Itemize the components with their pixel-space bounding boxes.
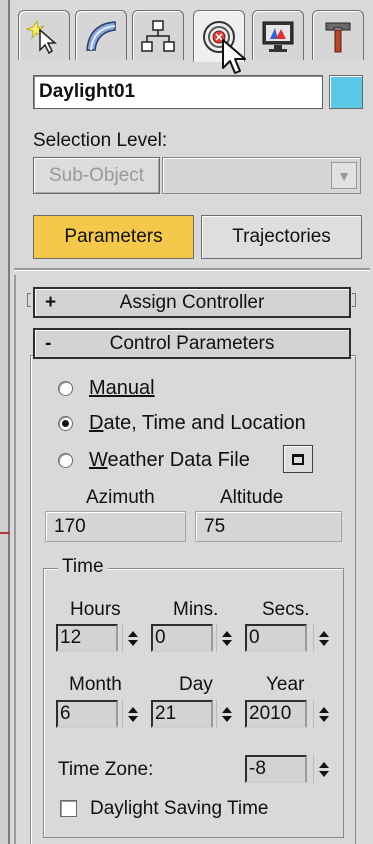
radio-label-rest: ate, Time and Location <box>103 411 306 434</box>
secs-spinner[interactable] <box>313 624 333 652</box>
year-spinner[interactable] <box>313 700 333 728</box>
radio-button[interactable] <box>58 415 73 431</box>
time-group-title: Time <box>58 556 108 578</box>
rollout-title: Assign Controller <box>119 292 265 313</box>
hours-spinner[interactable] <box>122 624 142 652</box>
hours-label: Hours <box>70 599 121 620</box>
radio-button[interactable] <box>58 452 73 468</box>
rollout-bracket-right <box>352 293 356 307</box>
viewport-edge <box>0 0 10 844</box>
spinner-up-icon[interactable] <box>127 706 138 713</box>
hierarchy-icon <box>141 19 175 52</box>
spinner-down-icon[interactable] <box>127 639 138 646</box>
tab-utilities[interactable] <box>312 10 364 60</box>
trajectories-button[interactable]: Trajectories <box>201 215 362 259</box>
rollout-title: Control Parameters <box>109 333 275 354</box>
object-color-swatch[interactable] <box>329 75 363 109</box>
radio-label: Date, Time and Location <box>89 411 306 434</box>
day-field[interactable]: 21 <box>151 700 213 728</box>
daylight-saving-checkbox[interactable] <box>60 800 77 817</box>
separator <box>14 268 370 270</box>
radio-manual[interactable]: Manual <box>58 375 155 401</box>
spinner-down-icon[interactable] <box>221 715 232 722</box>
radio-weather-data-file[interactable]: Weather Data File <box>58 447 250 473</box>
viewport-edge-mark <box>0 532 10 534</box>
control-parameters-rollout[interactable]: - Control Parameters <box>33 328 351 359</box>
day-label: Day <box>179 674 213 695</box>
radio-label-rest: eather Data File <box>107 448 250 471</box>
radio-date-time-location[interactable]: Date, Time and Location <box>58 410 306 436</box>
spinner-down-icon[interactable] <box>318 715 329 722</box>
secs-field[interactable]: 0 <box>245 624 307 652</box>
mouse-cursor-icon <box>222 39 246 74</box>
time-zone-spinner[interactable] <box>313 755 333 783</box>
spinner-up-icon[interactable] <box>221 706 232 713</box>
assign-controller-rollout[interactable]: + Assign Controller <box>33 287 351 318</box>
daylight-saving-label: Daylight Saving Time <box>90 798 269 819</box>
tab-hierarchy[interactable] <box>132 10 184 60</box>
spinner-up-icon[interactable] <box>127 630 138 637</box>
day-spinner[interactable] <box>216 700 236 728</box>
sub-object-dropdown[interactable]: ▼ <box>162 157 361 194</box>
mins-field[interactable]: 0 <box>151 624 213 652</box>
tab-modify[interactable] <box>75 10 127 60</box>
month-spinner[interactable] <box>122 700 142 728</box>
spinner-up-icon[interactable] <box>318 630 329 637</box>
spinner-down-icon[interactable] <box>221 639 232 646</box>
object-name-field[interactable]: Daylight01 <box>33 75 323 109</box>
rollout-bracket-left <box>27 293 31 307</box>
month-label: Month <box>69 674 122 695</box>
altitude-label: Altitude <box>220 487 284 508</box>
azimuth-label: Azimuth <box>86 487 155 508</box>
time-zone-field[interactable]: -8 <box>245 755 307 783</box>
create-icon <box>26 19 58 54</box>
spinner-up-icon[interactable] <box>221 630 232 637</box>
radio-label: Weather Data File <box>89 448 250 471</box>
spinner-down-icon[interactable] <box>127 715 138 722</box>
altitude-value: 75 <box>195 511 342 542</box>
time-zone-label: Time Zone: <box>58 759 154 780</box>
spinner-down-icon[interactable] <box>318 770 329 777</box>
tab-display[interactable] <box>252 10 304 60</box>
hours-field[interactable]: 12 <box>56 624 118 652</box>
weather-file-setup-button[interactable] <box>283 445 313 473</box>
chevron-down-icon[interactable]: ▼ <box>331 162 357 189</box>
spinner-up-icon[interactable] <box>318 706 329 713</box>
command-panel-tabs <box>18 10 370 62</box>
window-icon <box>292 453 304 465</box>
parameters-button[interactable]: Parameters <box>33 215 194 259</box>
tab-create[interactable] <box>18 10 70 60</box>
mins-spinner[interactable] <box>216 624 236 652</box>
selection-level-label: Selection Level: <box>33 130 168 151</box>
spinner-down-icon[interactable] <box>318 639 329 646</box>
radio-button[interactable] <box>58 380 73 396</box>
radio-label: Manual <box>89 376 155 399</box>
spinner-up-icon[interactable] <box>318 761 329 768</box>
month-field[interactable]: 6 <box>56 700 118 728</box>
display-icon <box>262 21 294 52</box>
mins-label: Mins. <box>173 599 219 620</box>
utilities-icon <box>325 22 351 52</box>
year-field[interactable]: 2010 <box>245 700 307 728</box>
secs-label: Secs. <box>262 599 310 620</box>
year-label: Year <box>266 674 305 695</box>
modify-icon <box>86 20 116 51</box>
azimuth-value: 170 <box>45 511 186 542</box>
sub-object-button[interactable]: Sub-Object <box>33 157 160 194</box>
